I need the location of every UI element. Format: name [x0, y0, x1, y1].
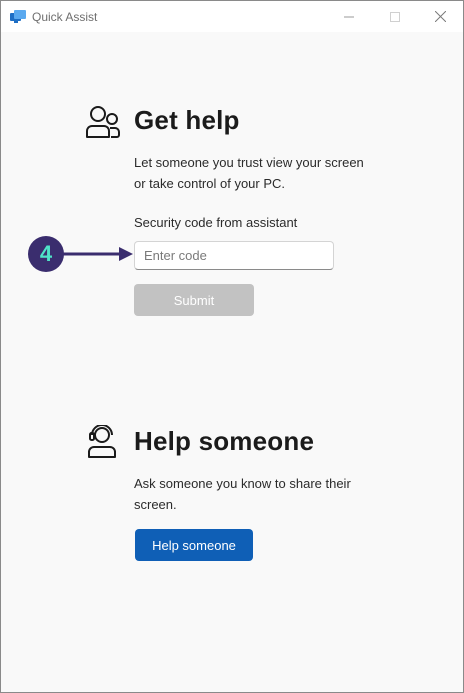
- help-someone-description-line: screen.: [134, 497, 177, 512]
- help-someone-button[interactable]: Help someone: [135, 529, 253, 561]
- person-headset-icon: [88, 425, 116, 458]
- minimize-icon: [344, 16, 354, 17]
- help-someone-description-line: Ask someone you know to share their: [134, 476, 351, 491]
- title-bar[interactable]: Quick Assist: [1, 1, 463, 32]
- close-button[interactable]: [417, 1, 463, 32]
- help-someone-description: Ask someone you know to share their scre…: [134, 473, 394, 515]
- security-code-input[interactable]: [134, 241, 334, 270]
- help-someone-heading: Help someone: [134, 426, 315, 456]
- window-title: Quick Assist: [32, 10, 98, 24]
- quick-assist-window: Quick Assist Get help Let someone you tr…: [0, 0, 464, 693]
- close-icon: [434, 11, 446, 22]
- get-help-heading: Get help: [134, 105, 240, 135]
- security-code-label: Security code from assistant: [134, 215, 298, 230]
- maximize-button[interactable]: [372, 1, 418, 32]
- quick-assist-app-icon: [10, 10, 26, 23]
- get-help-description-line: Let someone you trust view your screen: [134, 155, 364, 170]
- get-help-description: Let someone you trust view your screen o…: [134, 152, 394, 194]
- arrow-icon: [61, 247, 133, 261]
- step-badge: 4: [28, 236, 64, 272]
- get-help-description-line: or take control of your PC.: [134, 176, 286, 191]
- people-icon: [86, 106, 120, 138]
- maximize-icon: [390, 11, 400, 22]
- minimize-button[interactable]: [326, 1, 372, 32]
- submit-button[interactable]: Submit: [134, 284, 254, 316]
